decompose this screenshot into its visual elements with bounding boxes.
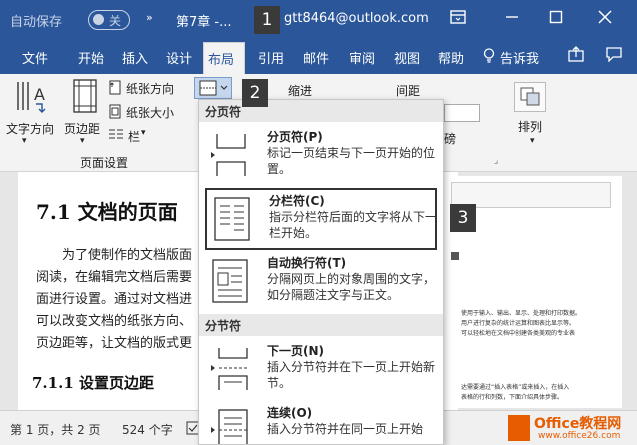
tab-view[interactable]: 视图 (394, 48, 420, 67)
breaks-dropdown-menu: 分页符 分页符(P) 标记一页结束与下一页开始的位置。 分栏符(C) 指示分栏符… (198, 99, 444, 445)
svg-text:A: A (34, 85, 45, 104)
word-window: 自动保存 关 » 第7章 -... gtt8464@outlook.com 文件… (0, 0, 637, 445)
page-breaks-section-header: 分页符 (199, 100, 443, 122)
columns-icon (108, 128, 124, 143)
size-icon (108, 104, 122, 122)
menu-item-title: 分页符(P) (267, 130, 323, 144)
spacing-before-input[interactable] (444, 104, 480, 122)
menu-item-description: 插入分节符并在下一页上开始新节。 (267, 360, 436, 390)
tell-me-search[interactable]: 告诉我 (500, 48, 539, 67)
columns-button[interactable]: 栏 (128, 128, 140, 145)
menu-item-title: 自动换行符(T) (267, 256, 347, 270)
text-direction-icon[interactable]: A (14, 78, 50, 118)
minimize-icon[interactable] (500, 8, 524, 32)
menu-item-description: 插入分节符并在同一页上开始 (267, 422, 424, 436)
margins-button[interactable]: 页边距 (64, 120, 100, 137)
spacing-unit-label: 磅 (444, 132, 457, 146)
menu-item-continuous[interactable]: 连续(O) 插入分节符并在同一页上开始 (205, 402, 437, 444)
paragraph-line: 页边距等，让文档的版式更 (36, 336, 193, 351)
lightbulb-icon (483, 48, 495, 67)
menu-item-title: 下一页(N) (267, 344, 325, 358)
ribbon-display-options-icon[interactable] (446, 8, 470, 32)
word-count[interactable]: 524 个字 (122, 421, 173, 438)
menu-item-page-break[interactable]: 分页符(P) 标记一页结束与下一页开始的位置。 (205, 126, 437, 188)
toggle-state-label: 关 (109, 14, 122, 28)
section-breaks-section-header: 分节符 (199, 314, 443, 336)
menu-item-column-break[interactable]: 分栏符(C) 指示分栏符后面的文字将从下一栏开始。 (205, 188, 437, 250)
tab-mailings[interactable]: 邮件 (303, 48, 329, 67)
comments-icon[interactable] (606, 46, 622, 66)
tab-file[interactable]: 文件 (22, 48, 48, 67)
orientation-icon (108, 80, 122, 98)
paragraph-line: 阅读，在编辑完文档后需要 (36, 270, 193, 285)
menu-item-title: 连续(O) (267, 406, 313, 420)
close-icon[interactable] (593, 8, 617, 32)
next-page-break-icon (209, 346, 253, 392)
step-callout: 2 (242, 79, 268, 107)
menu-item-description: 标记一页结束与下一页开始的位置。 (267, 146, 436, 176)
autosave-label: 自动保存 (10, 15, 63, 30)
orientation-button[interactable]: 纸张方向 (126, 80, 174, 97)
menu-item-description: 分隔网页上的对象周围的文字，如分隔题注文字与正文。 (267, 272, 436, 302)
arrange-icon[interactable] (514, 82, 546, 112)
document-title: 第7章 -... (176, 15, 232, 30)
embedded-marker (451, 252, 459, 260)
spacing-label: 间距 (396, 84, 421, 98)
paragraph-line: 可以改变文档的纸张方向、 (36, 314, 193, 329)
maximize-icon[interactable] (544, 8, 568, 32)
tab-layout-label: 布局 (208, 53, 235, 68)
chevron-down-icon: ▾ (141, 128, 146, 138)
menu-item-title: 分栏符(C) (269, 194, 325, 208)
chevron-down-icon: ▾ (530, 136, 535, 146)
embedded-text-line: 达需要通过“插入表格”或来插入，在插入 (461, 384, 570, 391)
ribbon-tab-bar: 文件 开始 插入 设计 布局 引用 邮件 审阅 视图 帮助 告诉我 (0, 40, 637, 74)
continuous-break-icon (209, 408, 253, 444)
watermark-url: www.office26.com (538, 431, 621, 441)
tab-design[interactable]: 设计 (166, 48, 192, 67)
quick-access-more-icon[interactable]: » (146, 11, 153, 24)
text-direction-button[interactable]: 文字方向 (6, 120, 54, 137)
menu-item-description: 指示分栏符后面的文字将从下一栏开始。 (269, 210, 438, 240)
indent-label: 缩进 (288, 84, 313, 98)
office-logo-icon (508, 415, 530, 441)
embedded-text-line: 表格的行和列数，下面介绍具体步骤。 (461, 394, 564, 401)
menu-item-next-page[interactable]: 下一页(N) 插入分节符并在下一页上开始新节。 (205, 340, 437, 402)
account-email[interactable]: gtt8464@outlook.com (284, 11, 429, 26)
tab-home[interactable]: 开始 (78, 48, 104, 67)
title-bar: 自动保存 关 » 第7章 -... gtt8464@outlook.com (0, 0, 637, 40)
document-heading: 7.1 文档的页面 (36, 200, 178, 224)
step-callout: 3 (450, 204, 476, 232)
breaks-button[interactable] (194, 77, 232, 99)
chevron-down-icon: ▾ (80, 136, 85, 146)
step-callout: 1 (254, 6, 280, 34)
paragraph-line: 面进行设置。通过对文档进 (36, 292, 193, 307)
page-setup-group-label: 页面设置 (80, 156, 129, 170)
page-count[interactable]: 第 1 页，共 2 页 (10, 421, 101, 438)
embedded-text-line: 可以轻松地在文档中创建各类美观的专业表 (461, 330, 576, 337)
tab-layout[interactable]: 布局 (203, 42, 245, 74)
chevron-down-icon: ▾ (22, 136, 27, 146)
menu-item-text-wrapping-break[interactable]: 自动换行符(T) 分隔网页上的对象周围的文字，如分隔题注文字与正文。 (205, 252, 437, 318)
watermark-text: Office教程网 (534, 416, 622, 432)
tab-review[interactable]: 审阅 (349, 48, 375, 67)
toggle-knob (93, 14, 104, 25)
arrange-button[interactable]: 排列 (518, 118, 542, 135)
paragraph-line: 为了使制作的文档版面 (62, 248, 193, 263)
embedded-text-line: 用户进行复杂的统计运算和图表比显示等。 (461, 320, 576, 327)
embedded-text-line: 使用于输入、输出、显示、处理和打印数据。 (461, 310, 582, 317)
text-wrapping-break-icon (209, 258, 253, 304)
autosave-toggle[interactable]: 关 (88, 10, 130, 30)
tab-help[interactable]: 帮助 (438, 48, 464, 67)
page-break-icon (209, 132, 253, 178)
margins-icon[interactable] (72, 78, 100, 116)
tab-insert[interactable]: 插入 (122, 48, 148, 67)
dialog-launcher-icon[interactable]: ⌟ (494, 156, 498, 166)
share-icon[interactable] (568, 46, 584, 66)
size-button[interactable]: 纸张大小 (126, 104, 174, 121)
tab-references[interactable]: 引用 (258, 48, 284, 67)
document-subheading: 7.1.1 设置页边距 (32, 374, 154, 392)
column-break-icon (211, 196, 255, 242)
